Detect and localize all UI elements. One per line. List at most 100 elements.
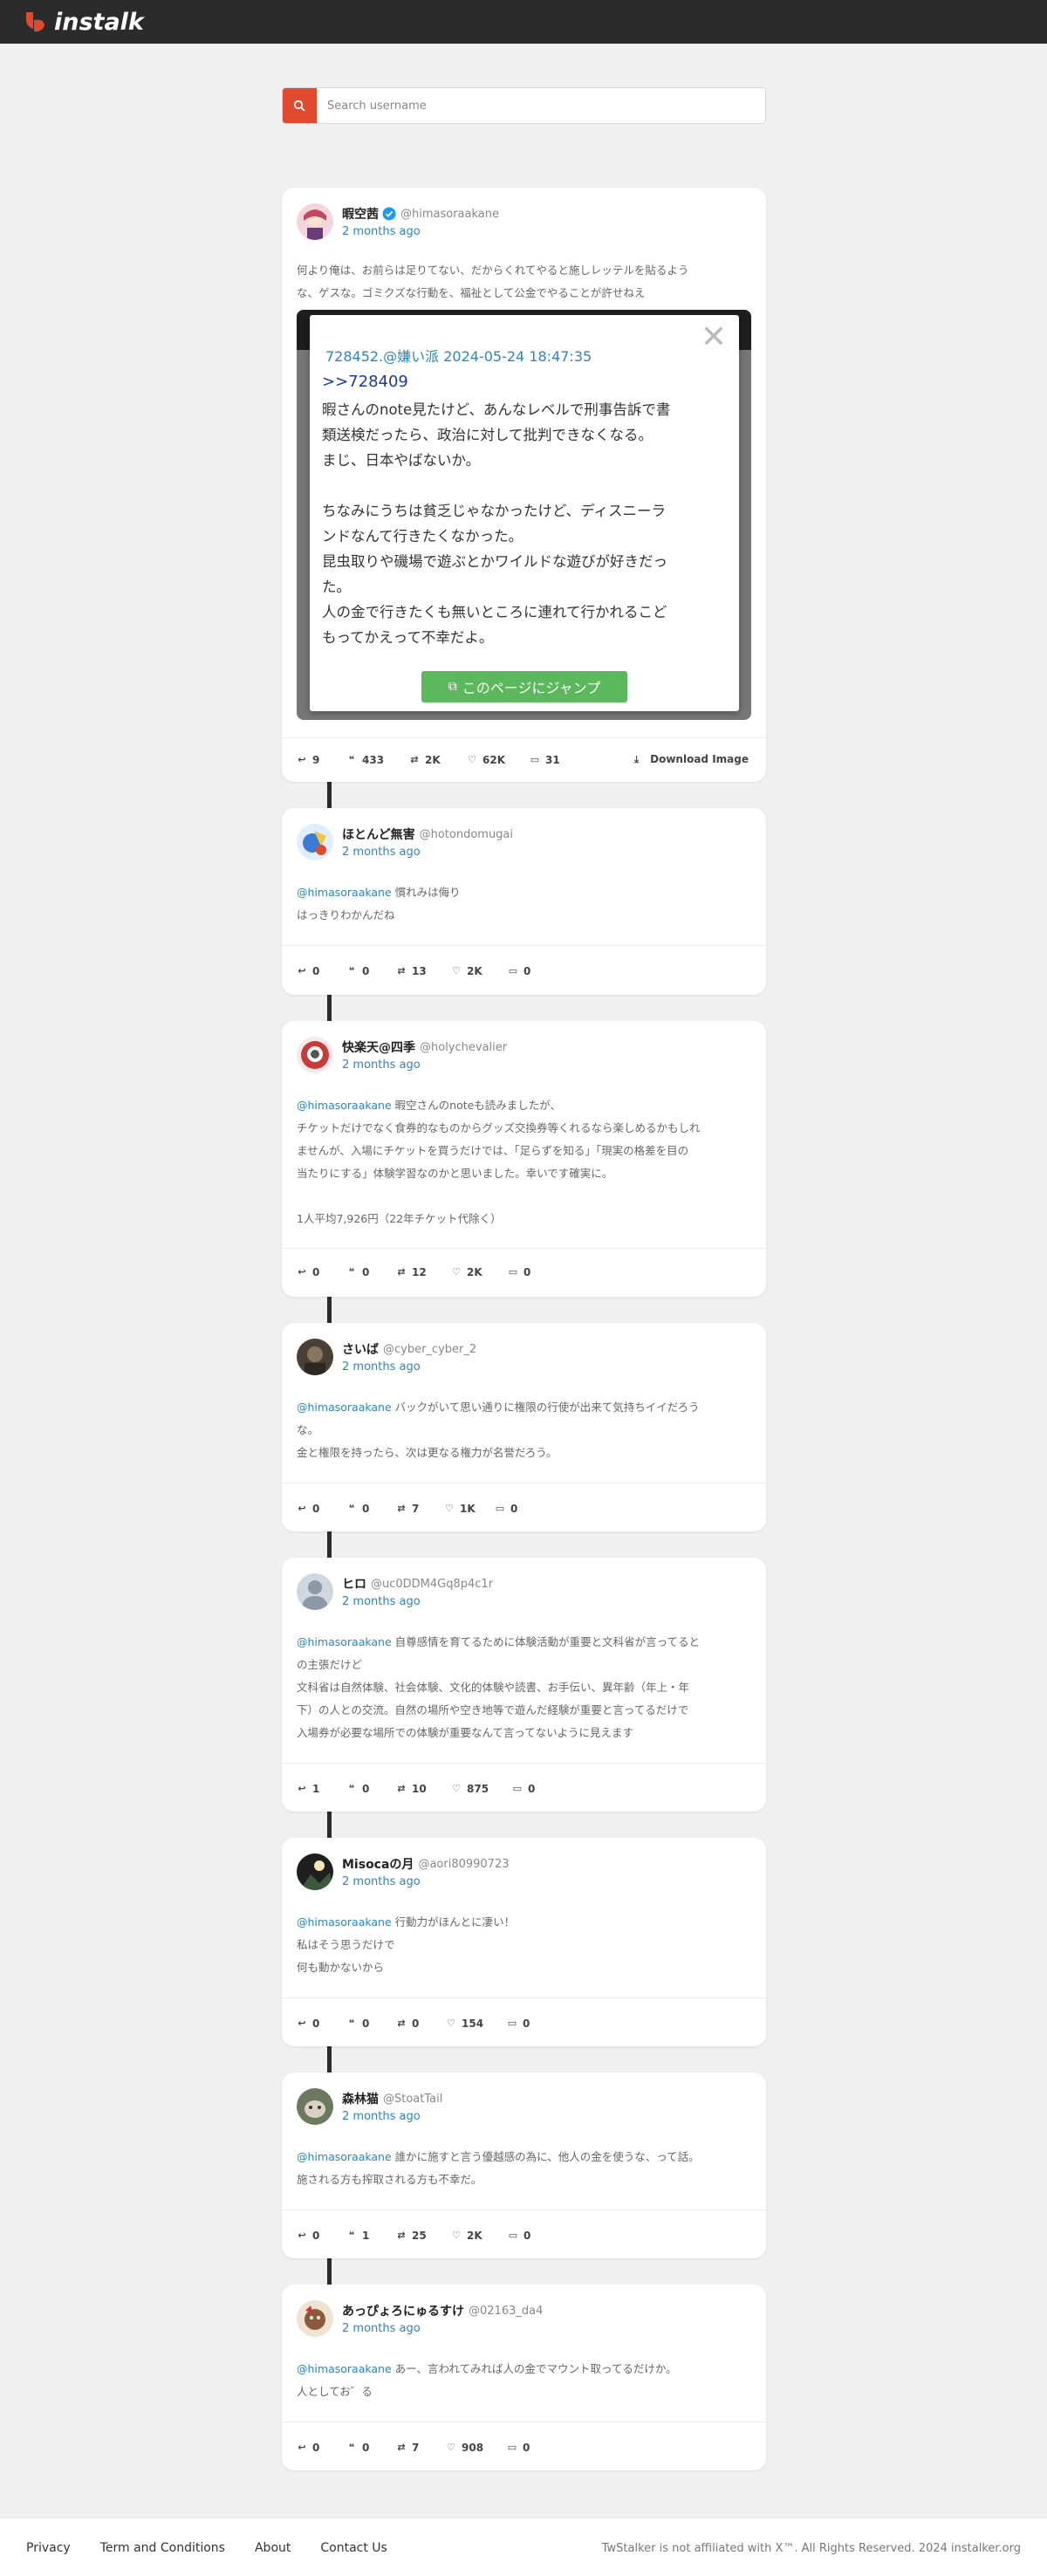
post-timestamp[interactable]: 2 months ago — [342, 1058, 507, 1072]
avatar[interactable] — [297, 1339, 333, 1375]
thread-connector — [327, 1297, 332, 1323]
reply-count[interactable]: ↩ 0 — [297, 2442, 346, 2454]
bookmark-count[interactable]: ▭ 0 — [495, 1503, 538, 1515]
quote-count[interactable]: ❝ 0 — [346, 2442, 396, 2454]
display-name[interactable]: ほとんど無害 — [342, 826, 415, 843]
display-name[interactable]: さいば — [342, 1340, 379, 1358]
footer-link-privacy[interactable]: Privacy — [26, 2541, 71, 2555]
retweet-count[interactable]: ⇄ 12 — [396, 1266, 451, 1278]
username-handle[interactable]: @02163_da4 — [469, 2305, 543, 2318]
username-handle[interactable]: @cyber_cyber_2 — [383, 1343, 476, 1356]
quote-count[interactable]: ❝ 433 — [346, 754, 409, 766]
reply-count[interactable]: ↩ 0 — [297, 2018, 346, 2030]
username-handle[interactable]: @aori80990723 — [418, 1858, 509, 1871]
quote-count[interactable]: ❝ 0 — [346, 1783, 396, 1795]
post-timestamp[interactable]: 2 months ago — [342, 846, 513, 859]
like-count[interactable]: ♡ 2K — [451, 965, 508, 977]
like-count[interactable]: ♡ 2K — [451, 1266, 508, 1278]
username-handle[interactable]: @hotondomugai — [420, 828, 513, 841]
like-count[interactable]: ♡ 875 — [451, 1783, 512, 1795]
display-name[interactable]: Misocaの月 — [342, 1855, 414, 1873]
bookmark-count[interactable]: ▭ 0 — [507, 2018, 551, 2030]
retweet-count[interactable]: ⇄ 7 — [396, 2442, 446, 2454]
retweet-count[interactable]: ⇄ 2K — [409, 754, 467, 766]
display-name[interactable]: 森林猫 — [342, 2090, 379, 2107]
search-button[interactable] — [283, 88, 317, 123]
username-handle[interactable]: @uc0DDM4Gq8p4c1r — [371, 1578, 493, 1591]
mention-link[interactable]: @himasoraakane — [297, 1915, 392, 1929]
quote-count[interactable]: ❝ 0 — [346, 965, 396, 977]
mention-link[interactable]: @himasoraakane — [297, 1401, 392, 1414]
bookmark-count[interactable]: ▭ 0 — [508, 2230, 551, 2242]
bookmark-count[interactable]: ▭ 0 — [508, 965, 551, 977]
reply-count[interactable]: ↩ 0 — [297, 1503, 346, 1515]
post-stats: ↩ 1 ❝ 0 ⇄ 10 ♡ 875 ▭ 0 — [297, 1780, 556, 1798]
post-text: @himasoraakane 暇空さんのnoteも読みましたが、 チケットだけで… — [297, 1099, 701, 1225]
username-handle[interactable]: @StoatTail — [383, 2093, 442, 2106]
reply-count[interactable]: ↩ 0 — [297, 1266, 346, 1278]
avatar[interactable] — [297, 1573, 333, 1610]
bookmark-count[interactable]: ▭ 0 — [507, 2442, 551, 2454]
retweet-icon: ⇄ — [397, 1783, 406, 1794]
quote-count[interactable]: ❝ 0 — [346, 1266, 396, 1278]
display-name[interactable]: 快楽天@四季 — [342, 1038, 415, 1056]
site-logo[interactable]: instalk — [23, 9, 144, 36]
retweet-count[interactable]: ⇄ 13 — [396, 965, 451, 977]
retweet-count[interactable]: ⇄ 25 — [396, 2230, 451, 2242]
avatar[interactable] — [297, 1853, 333, 1890]
display-name[interactable]: 暇空茜 — [342, 205, 379, 223]
display-name[interactable]: ヒロ — [342, 1575, 366, 1593]
reply-count[interactable]: ↩ 1 — [297, 1783, 346, 1795]
post-timestamp[interactable]: 2 months ago — [342, 2322, 543, 2335]
mention-link[interactable]: @himasoraakane — [297, 2150, 392, 2163]
avatar[interactable] — [297, 1037, 333, 1073]
reply-count[interactable]: ↩ 0 — [297, 2230, 346, 2242]
reply-count[interactable]: ↩ 9 — [297, 754, 346, 766]
avatar[interactable] — [297, 2088, 333, 2125]
heart-icon: ♡ — [445, 1503, 454, 1514]
retweet-count[interactable]: ⇄ 0 — [396, 2018, 446, 2030]
display-name[interactable]: あっぴょろにゅるすけ — [342, 2302, 464, 2319]
bookmark-count[interactable]: ▭ 0 — [512, 1783, 556, 1795]
mention-link[interactable]: @himasoraakane — [297, 2362, 392, 2375]
mention-link[interactable]: @himasoraakane — [297, 1635, 392, 1648]
like-count[interactable]: ♡ 1K — [444, 1503, 495, 1515]
reply-count[interactable]: ↩ 0 — [297, 965, 346, 977]
quote-count[interactable]: ❝ 1 — [346, 2230, 396, 2242]
quote-count[interactable]: ❝ 0 — [346, 2018, 396, 2030]
like-count[interactable]: ♡ 154 — [446, 2018, 507, 2030]
username-handle[interactable]: @holychevalier — [420, 1041, 507, 1054]
external-link-icon: ⧉ — [448, 680, 457, 694]
avatar[interactable] — [297, 203, 333, 240]
avatar[interactable] — [297, 2300, 333, 2337]
footer-link-terms[interactable]: Term and Conditions — [100, 2541, 225, 2555]
post-timestamp[interactable]: 2 months ago — [342, 2110, 442, 2123]
retweet-count[interactable]: ⇄ 7 — [396, 1503, 444, 1515]
quote-icon: ❝ — [348, 1503, 355, 1514]
post-timestamp[interactable]: 2 months ago — [342, 1875, 509, 1888]
like-count[interactable]: ♡ 62K — [467, 754, 530, 766]
avatar[interactable] — [297, 824, 333, 860]
post-media-image[interactable]: ✕ 728452.@嫌い派 2024-05-24 18:47:35 >>7284… — [297, 310, 751, 720]
post-stats: ↩ 0 ❝ 0 ⇄ 12 ♡ 2K ▭ 0 — [297, 1264, 551, 1281]
username-handle[interactable]: @himasoraakane — [400, 208, 499, 221]
divider — [282, 1997, 766, 1998]
footer-link-contact[interactable]: Contact Us — [320, 2541, 387, 2555]
post-stats: ↩ 0 ❝ 0 ⇄ 7 ♡ 1K ▭ 0 — [297, 1500, 538, 1518]
search-input[interactable] — [317, 88, 765, 123]
post-timestamp[interactable]: 2 months ago — [342, 225, 499, 238]
like-count[interactable]: ♡ 2K — [451, 2230, 508, 2242]
like-count[interactable]: ♡ 908 — [446, 2442, 507, 2454]
post-timestamp[interactable]: 2 months ago — [342, 1360, 476, 1374]
post-timestamp[interactable]: 2 months ago — [342, 1595, 493, 1608]
download-image-button[interactable]: ⤓ Download Image — [634, 753, 749, 765]
bookmark-count[interactable]: ▭ 0 — [508, 1266, 551, 1278]
thread-connector — [327, 782, 332, 808]
mention-link[interactable]: @himasoraakane — [297, 1099, 392, 1112]
footer-link-about[interactable]: About — [255, 2541, 291, 2555]
post-card: 暇空茜 @himasoraakane 2 months ago 何より俺は、お前… — [282, 188, 766, 782]
bookmark-count[interactable]: ▭ 31 — [530, 754, 582, 766]
mention-link[interactable]: @himasoraakane — [297, 886, 392, 899]
retweet-count[interactable]: ⇄ 10 — [396, 1783, 451, 1795]
quote-count[interactable]: ❝ 0 — [346, 1503, 396, 1515]
